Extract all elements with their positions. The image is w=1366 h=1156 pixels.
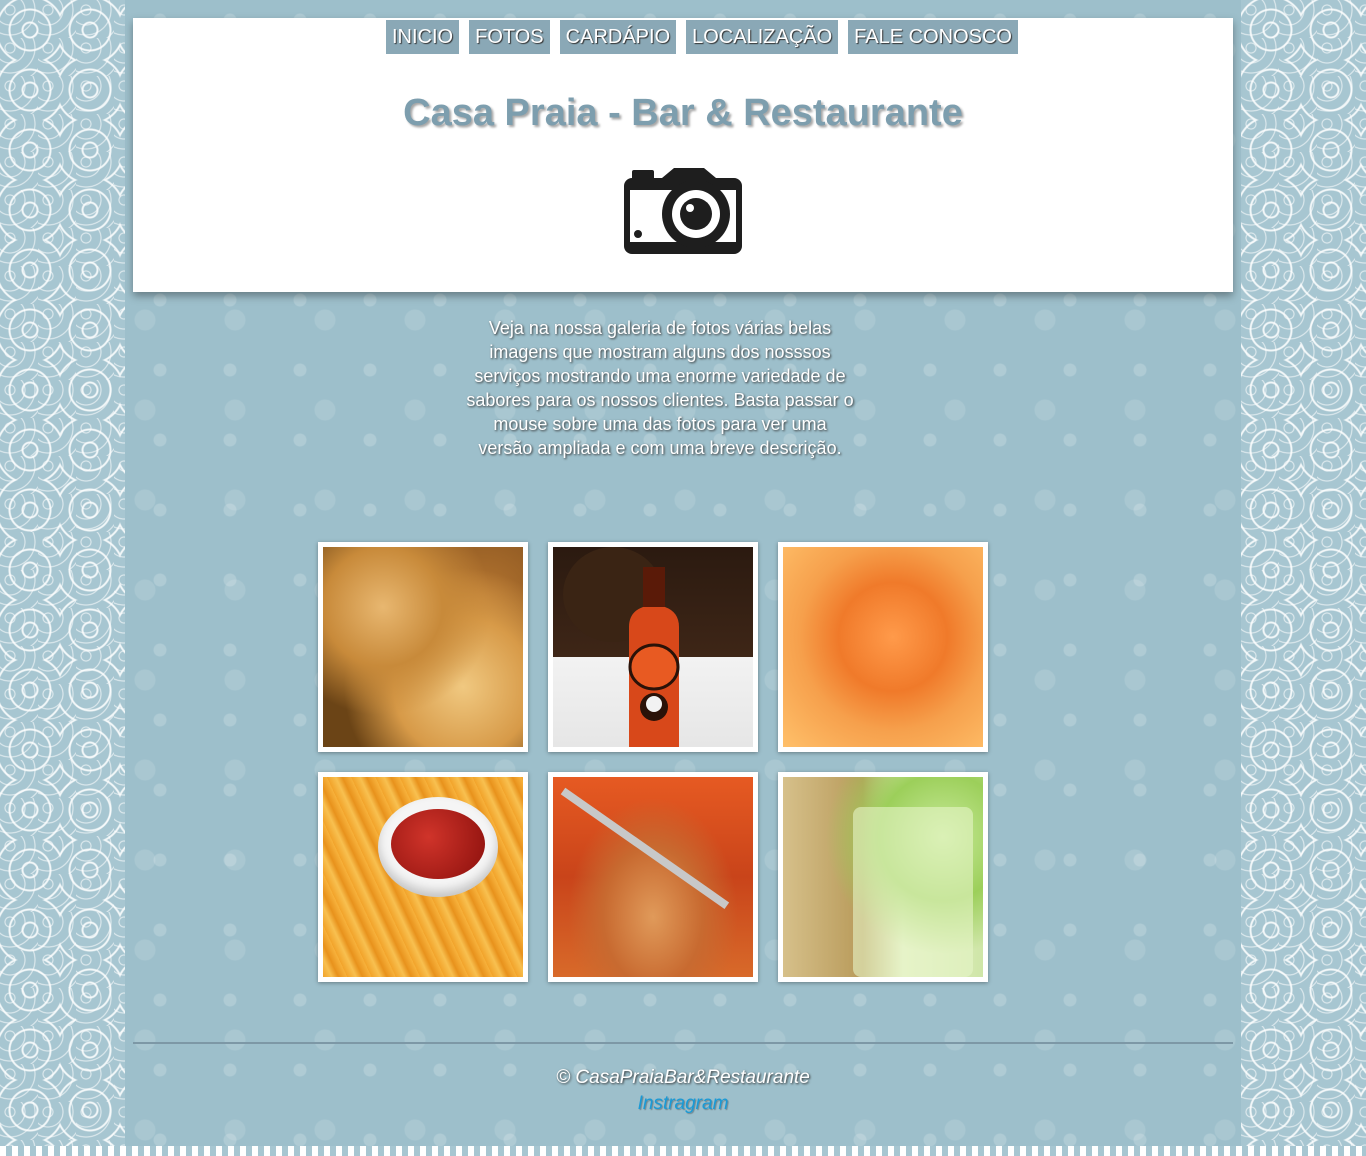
beer-bottle-icon: [628, 567, 680, 747]
fries-ketchup-photo: [323, 777, 523, 977]
main-nav: INICIO FOTOS CARDÁPIO LOCALIZAÇÃO FALE C…: [133, 20, 1233, 54]
footer-copyright: © CasaPraiaBar&Restaurante: [556, 1067, 810, 1088]
spoon: [560, 787, 730, 909]
gallery-photo-caipirinha[interactable]: [778, 772, 988, 982]
header: INICIO FOTOS CARDÁPIO LOCALIZAÇÃO FALE C…: [133, 18, 1233, 292]
site-title: Casa Praia - Bar & Restaurante: [403, 92, 963, 134]
nav-cardapio[interactable]: CARDÁPIO: [559, 20, 677, 54]
nav-fotos[interactable]: FOTOS: [469, 20, 550, 54]
camera-container: [133, 168, 1233, 258]
gallery-photo-fish-stew[interactable]: [548, 772, 758, 982]
ketchup: [391, 809, 485, 879]
shrimp-photo: [783, 547, 983, 747]
footer-divider: [133, 1042, 1233, 1044]
fried-pastry-photo: [323, 547, 523, 747]
beer-bottle-photo: [553, 547, 753, 747]
fish-stew-photo: [553, 777, 753, 977]
left-wave-pattern: [0, 0, 125, 1156]
gallery-photo-fries[interactable]: [318, 772, 528, 982]
nav-localizacao[interactable]: LOCALIZAÇÃO: [686, 20, 839, 54]
instagram-link[interactable]: Instragram: [0, 1093, 1366, 1115]
gallery-photo-fried-pastry[interactable]: [318, 542, 528, 752]
gallery-photo-beer[interactable]: [548, 542, 758, 752]
bottom-wave-pattern: [0, 1146, 1366, 1156]
camera-icon: [624, 168, 742, 254]
photo-gallery: [318, 542, 988, 982]
gallery-photo-shrimp[interactable]: [778, 542, 988, 752]
right-wave-pattern: [1241, 0, 1366, 1156]
nav-inicio[interactable]: INICIO: [386, 20, 460, 54]
glass: [853, 807, 973, 977]
caipirinha-photo: [783, 777, 983, 977]
nav-fale-conosco[interactable]: FALE CONOSCO: [848, 20, 1018, 54]
gallery-intro-text: Veja na nossa galeria de fotos várias be…: [466, 318, 854, 458]
